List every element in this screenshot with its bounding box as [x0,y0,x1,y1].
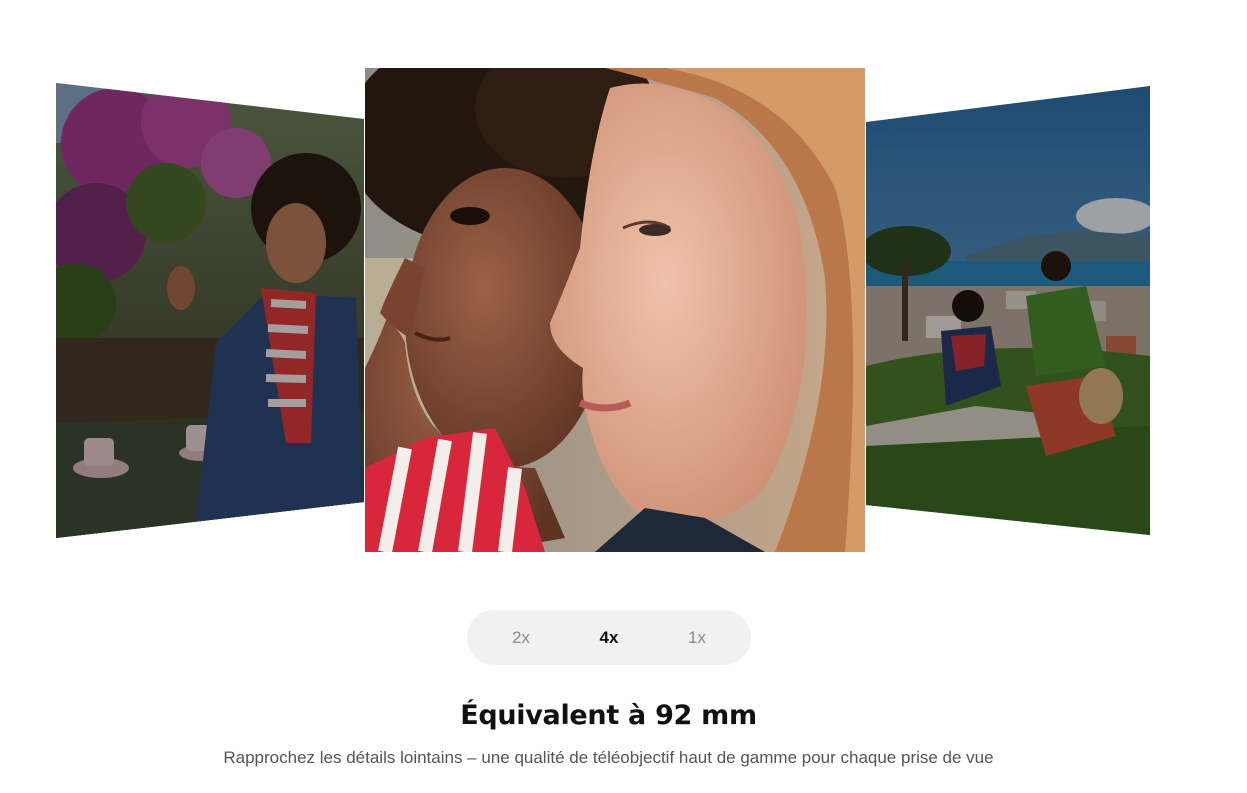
cafe-terrace-photo [56,83,364,538]
focal-length-title: Équivalent à 92 mm [460,700,757,731]
zoom-level-selector: 2x 4x 1x [467,610,751,665]
zoom-option-4x[interactable]: 4x [569,628,649,648]
carousel-image-center[interactable] [365,68,865,552]
camera-zoom-showcase: 2x 4x 1x Équivalent à 92 mm Rapprochez l… [0,0,1247,793]
zoom-option-1x[interactable]: 1x [657,628,737,648]
portrait-closeup-photo [365,68,865,552]
carousel-image-left[interactable] [56,83,364,538]
focal-length-description: Rapprochez les détails lointains – une q… [223,748,994,767]
zoom-option-2x[interactable]: 2x [481,628,561,648]
hillside-friends-photo [866,86,1150,535]
carousel-image-right[interactable] [866,86,1150,535]
